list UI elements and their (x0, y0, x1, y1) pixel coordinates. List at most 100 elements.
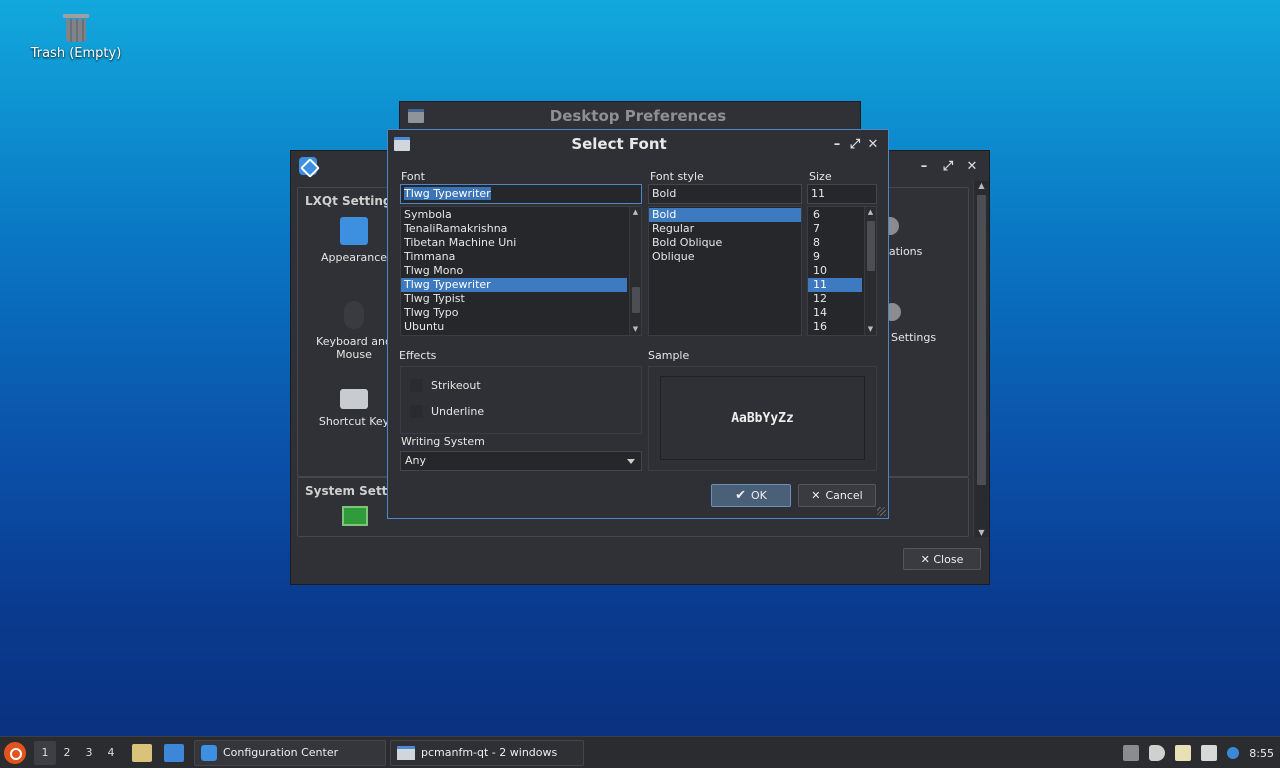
close-icon[interactable]: ✕ (864, 135, 882, 153)
notification-icon[interactable] (1227, 747, 1240, 759)
size-input[interactable]: 11 (807, 184, 877, 204)
maximize-icon[interactable]: ⤢ (939, 157, 957, 175)
list-item-selected[interactable]: Bold (649, 208, 801, 222)
list-item[interactable]: Tlwg Typist (401, 292, 641, 306)
list-item[interactable]: Tibetan Machine Uni (401, 236, 641, 250)
scroll-up-icon[interactable]: ▲ (865, 207, 876, 218)
appearance-icon (340, 217, 368, 245)
settings-label: Settings (891, 331, 937, 344)
taskbar: 1 2 3 4 Configuration Center pcmanfm-qt … (0, 736, 1280, 768)
checkmark-icon: ✔ (735, 488, 747, 503)
dialog-title: Select Font (571, 135, 667, 153)
checkbox-box[interactable] (410, 405, 423, 418)
list-item[interactable]: Tlwg Mono (401, 264, 641, 278)
trash-label: Trash (Empty) (30, 46, 122, 61)
font-list-scrollbar[interactable]: ▲ ▼ (629, 207, 641, 335)
list-item[interactable]: Timmana (401, 250, 641, 264)
clock[interactable]: 8:55 (1249, 747, 1274, 760)
sample-text: AaBbYyZz (731, 410, 794, 426)
scroll-down-icon[interactable]: ▼ (865, 324, 876, 335)
checkbox-box[interactable] (410, 379, 423, 392)
close-icon: ✕ (920, 552, 930, 566)
close-label: Close (933, 552, 964, 566)
list-item[interactable]: TenaliRamakrishna (401, 222, 641, 236)
workspace-1[interactable]: 1 (34, 740, 56, 765)
task-label: pcmanfm-qt - 2 windows (421, 746, 558, 759)
workspace-3[interactable]: 3 (78, 741, 100, 765)
list-item[interactable]: Bold Oblique (649, 236, 801, 250)
font-input[interactable]: Tlwg Typewriter (400, 184, 642, 204)
clipboard-icon[interactable] (1175, 745, 1192, 761)
desktop-preferences-window: Desktop Preferences (399, 101, 861, 131)
ok-label: OK (751, 489, 767, 502)
hardware-icon (342, 506, 368, 526)
start-menu-icon[interactable] (4, 741, 26, 764)
config-scrollbar[interactable]: ▲ ▼ (973, 181, 989, 537)
minimize-icon[interactable]: – (828, 135, 846, 153)
config-center-icon (299, 157, 317, 175)
list-item[interactable]: Regular (649, 222, 801, 236)
list-item-selected[interactable]: 11 (808, 278, 862, 292)
cancel-button[interactable]: ✕ Cancel (798, 484, 876, 507)
mouse-icon (344, 301, 364, 329)
list-item[interactable]: Oblique (649, 250, 801, 264)
effects-label: Effects (399, 349, 437, 362)
resize-grip-icon[interactable] (877, 507, 886, 516)
system-tray: 8:55 (1123, 737, 1280, 768)
chevron-down-icon (627, 459, 635, 464)
scroll-down-icon[interactable]: ▼ (630, 324, 641, 335)
underline-label: Underline (431, 405, 485, 418)
size-list[interactable]: 6 7 8 9 10 11 12 14 16 ▲ ▼ (807, 206, 877, 336)
list-item[interactable]: Tlwg Typo (401, 306, 641, 320)
file-manager-icon[interactable] (132, 743, 152, 762)
close-icon[interactable]: ✕ (963, 157, 981, 175)
font-label: Font (401, 170, 425, 183)
sample-preview: AaBbYyZz (660, 376, 865, 460)
size-label: Size (809, 170, 832, 183)
size-value: 11 (811, 187, 825, 200)
config-center-icon (201, 744, 217, 761)
network-icon[interactable] (1201, 745, 1218, 761)
cancel-label: Cancel (825, 489, 863, 502)
minimize-icon[interactable]: – (915, 157, 933, 175)
scroll-thumb[interactable] (867, 221, 875, 271)
font-list[interactable]: Symbola TenaliRamakrishna Tibetan Machin… (400, 206, 642, 336)
writing-system-value: Any (405, 454, 427, 467)
list-item[interactable]: Ubuntu (401, 320, 641, 334)
trash-desktop-item[interactable]: Trash (Empty) (26, 12, 126, 61)
dialog-titlebar: Select Font – ⤢ ✕ (388, 130, 888, 158)
font-style-input[interactable]: Bold (648, 184, 802, 204)
keyboard-icon (340, 389, 368, 409)
underline-checkbox[interactable]: Underline (410, 405, 484, 418)
close-icon: ✕ (811, 489, 821, 502)
select-font-dialog: Select Font – ⤢ ✕ Font Font style Size T… (387, 129, 889, 519)
strikeout-checkbox[interactable]: Strikeout (410, 379, 481, 392)
maximize-icon[interactable]: ⤢ (846, 135, 864, 153)
font-input-value: Tlwg Typewriter (404, 187, 491, 200)
desktop-prefs-title: Desktop Preferences (549, 107, 727, 125)
writing-system-combo[interactable]: Any (400, 451, 642, 471)
show-desktop-icon[interactable] (164, 743, 184, 762)
eject-icon[interactable] (1123, 745, 1140, 761)
task-pcmanfm[interactable]: pcmanfm-qt - 2 windows (390, 739, 584, 766)
lxqt-settings-title: LXQt Settings (305, 194, 399, 208)
strikeout-label: Strikeout (431, 379, 481, 392)
scroll-up-icon[interactable]: ▲ (630, 207, 641, 218)
list-item-selected[interactable]: Tlwg Typewriter (401, 278, 627, 292)
config-close-button[interactable]: ✕ Close (903, 548, 981, 570)
scroll-thumb[interactable] (632, 287, 640, 313)
workspace-2[interactable]: 2 (56, 741, 78, 765)
font-style-label: Font style (650, 170, 704, 183)
ok-button[interactable]: ✔ OK (711, 484, 791, 507)
list-item[interactable]: Symbola (401, 208, 641, 222)
trash-icon (63, 12, 89, 42)
window-icon (394, 137, 410, 151)
font-style-list[interactable]: Bold Regular Bold Oblique Oblique (648, 206, 802, 336)
size-list-scrollbar[interactable]: ▲ ▼ (864, 207, 876, 335)
settings-item[interactable]: Settings (883, 303, 961, 344)
task-configuration-center[interactable]: Configuration Center (194, 739, 386, 766)
writing-system-label: Writing System (401, 435, 485, 448)
workspace-4[interactable]: 4 (100, 741, 122, 765)
volume-icon[interactable] (1149, 745, 1166, 761)
window-icon (408, 109, 424, 123)
